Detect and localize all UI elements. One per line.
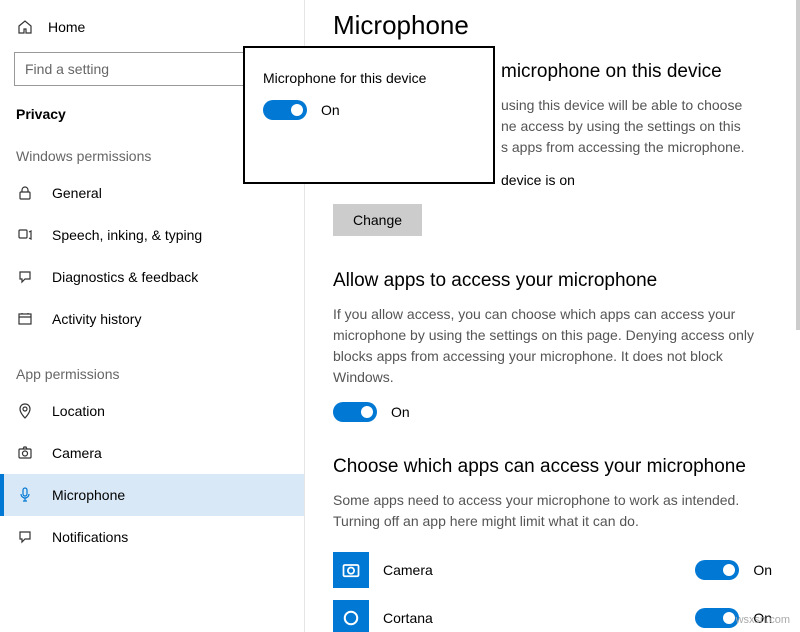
sidebar-item-notifications[interactable]: Notifications bbox=[0, 516, 304, 558]
microphone-icon bbox=[16, 486, 34, 504]
section2-desc: If you allow access, you can choose whic… bbox=[333, 304, 772, 388]
sidebar-item-label: Diagnostics & feedback bbox=[52, 269, 198, 285]
activity-icon bbox=[16, 310, 34, 328]
home-icon bbox=[16, 18, 34, 36]
sidebar-item-speech[interactable]: Speech, inking, & typing bbox=[0, 214, 304, 256]
app-camera-state: On bbox=[753, 562, 772, 578]
popup-title: Microphone for this device bbox=[263, 70, 475, 86]
section2-heading: Allow apps to access your microphone bbox=[333, 270, 772, 292]
sidebar-item-activity[interactable]: Activity history bbox=[0, 298, 304, 340]
app-name: Cortana bbox=[383, 610, 681, 626]
section3-desc: Some apps need to access your microphone… bbox=[333, 490, 772, 532]
app-cortana-icon bbox=[333, 600, 369, 632]
location-icon bbox=[16, 402, 34, 420]
device-access-toggle[interactable] bbox=[263, 100, 307, 120]
sidebar-item-location[interactable]: Location bbox=[0, 390, 304, 432]
sidebar-item-label: Notifications bbox=[52, 529, 128, 545]
sidebar-item-label: Speech, inking, & typing bbox=[52, 227, 202, 243]
app-row-camera: Camera On bbox=[333, 546, 772, 594]
app-camera-toggle[interactable] bbox=[695, 560, 739, 580]
section3-heading: Choose which apps can access your microp… bbox=[333, 456, 772, 478]
sidebar-item-label: Activity history bbox=[52, 311, 141, 327]
camera-icon bbox=[16, 444, 34, 462]
feedback-icon bbox=[16, 268, 34, 286]
scrollbar[interactable] bbox=[796, 0, 800, 330]
sidebar-item-camera[interactable]: Camera bbox=[0, 432, 304, 474]
home-label: Home bbox=[48, 19, 85, 35]
sidebar-item-label: General bbox=[52, 185, 102, 201]
section1-desc: using this device will be able to choose… bbox=[501, 95, 772, 158]
apps-access-toggle[interactable] bbox=[333, 402, 377, 422]
page-title: Microphone bbox=[333, 10, 772, 41]
section1-status: device is on bbox=[501, 172, 772, 188]
app-cortana-toggle[interactable] bbox=[695, 608, 739, 628]
device-access-popup: Microphone for this device On bbox=[243, 46, 495, 184]
lock-icon bbox=[16, 184, 34, 202]
app-camera-icon bbox=[333, 552, 369, 588]
sidebar-item-label: Microphone bbox=[52, 487, 125, 503]
watermark: wsxsn.com bbox=[736, 614, 790, 626]
group-app-permissions: App permissions bbox=[0, 358, 304, 390]
device-access-state: On bbox=[321, 102, 340, 118]
sidebar-item-diagnostics[interactable]: Diagnostics & feedback bbox=[0, 256, 304, 298]
home-link[interactable]: Home bbox=[0, 12, 304, 42]
sidebar-item-microphone[interactable]: Microphone bbox=[0, 474, 304, 516]
app-name: Camera bbox=[383, 562, 681, 578]
apps-access-state: On bbox=[391, 404, 410, 420]
sidebar-item-label: Location bbox=[52, 403, 105, 419]
speech-icon bbox=[16, 226, 34, 244]
section1-heading: microphone on this device bbox=[501, 61, 772, 83]
notifications-icon bbox=[16, 528, 34, 546]
change-button[interactable]: Change bbox=[333, 204, 422, 236]
sidebar-item-label: Camera bbox=[52, 445, 102, 461]
search-placeholder: Find a setting bbox=[25, 61, 109, 77]
app-row-cortana: Cortana On bbox=[333, 594, 772, 632]
